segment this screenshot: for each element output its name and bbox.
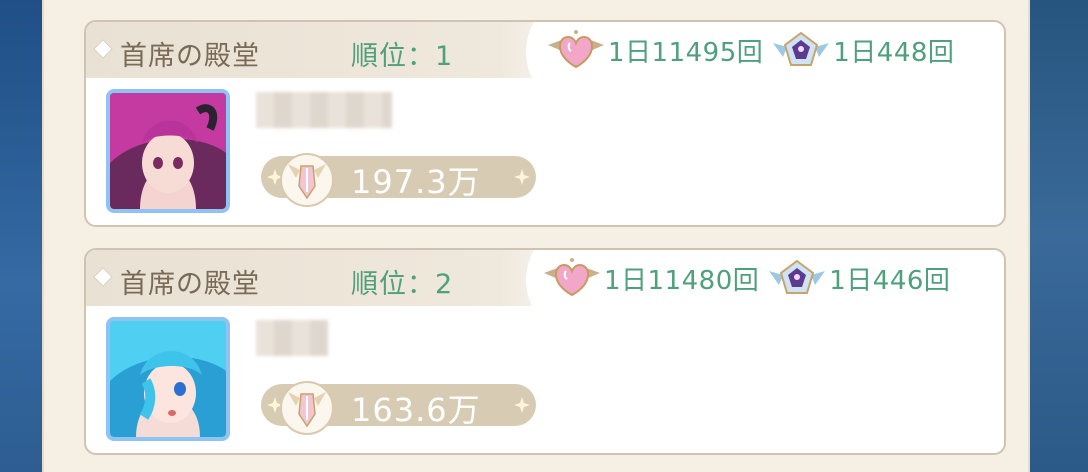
avatar-portrait-icon — [110, 321, 226, 437]
power-medal-icon — [280, 153, 334, 207]
power-value: 197.3万 — [351, 163, 481, 201]
background-right — [1030, 0, 1088, 472]
hall-title: 首席の殿堂 — [120, 269, 260, 300]
rank-label: 順位：2 — [351, 269, 454, 300]
rank-label: 順位：1 — [351, 41, 454, 72]
heart-wing-icon — [548, 30, 604, 69]
crest-badge-icon — [773, 31, 830, 66]
power-value: 163.6万 — [351, 391, 481, 429]
honors-daily-value: 1日446回 — [829, 265, 951, 296]
likes-daily-value: 1日11480回 — [604, 265, 760, 296]
hall-title: 首席の殿堂 — [120, 41, 260, 72]
ranking-card[interactable]: 首席の殿堂 順位：1 1日11495回 1日448回 197.3万 — [84, 20, 1006, 227]
player-avatar[interactable] — [106, 317, 230, 441]
background-left — [0, 0, 42, 472]
likes-stat: 1日11480回 1日446回 — [540, 258, 950, 298]
likes-stat: 1日11495回 1日448回 — [544, 30, 954, 70]
player-name-blurred — [256, 320, 328, 356]
sparkle-icon — [514, 397, 530, 413]
avatar-portrait-icon — [110, 93, 226, 209]
likes-daily-value: 1日11495回 — [608, 37, 764, 68]
power-medal-icon — [280, 381, 334, 435]
heart-wing-icon — [544, 258, 600, 297]
player-name-blurred — [256, 92, 392, 128]
sparkle-icon — [514, 169, 530, 185]
player-avatar[interactable] — [106, 89, 230, 213]
ranking-card[interactable]: 首席の殿堂 順位：2 1日11480回 1日446回 163.6万 — [84, 248, 1006, 455]
crest-badge-icon — [769, 259, 826, 294]
honors-daily-value: 1日448回 — [833, 37, 955, 68]
